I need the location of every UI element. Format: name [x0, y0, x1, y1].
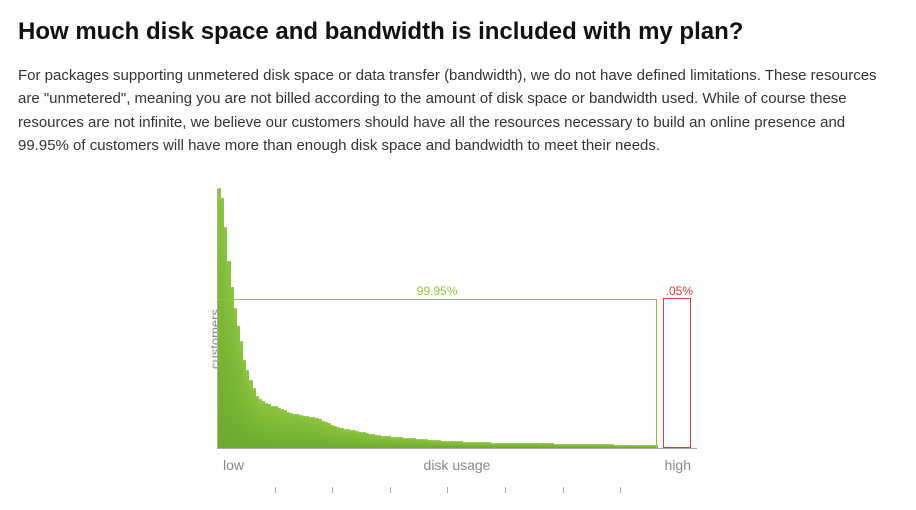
- bars-group: [218, 188, 658, 448]
- plot-area: 99.95% .05%: [217, 189, 697, 449]
- annotation-red-label: .05%: [666, 284, 693, 298]
- intro-paragraph: For packages supporting unmetered disk s…: [18, 64, 898, 157]
- bracket-drop-icon: [656, 299, 657, 449]
- x-tick-low: low: [223, 457, 244, 473]
- annotation-green-label: 99.95%: [417, 284, 458, 298]
- x-ticks: [217, 487, 697, 495]
- chart-container: customers 99.95% .05% low disk usage hig…: [18, 189, 898, 489]
- outlier-box-icon: [663, 298, 691, 448]
- page-title: How much disk space and bandwidth is inc…: [18, 18, 898, 46]
- x-axis-label: disk usage: [424, 457, 491, 473]
- disk-usage-chart: customers 99.95% .05% low disk usage hig…: [193, 189, 723, 489]
- bracket-line-icon: [218, 299, 657, 300]
- x-tick-high: high: [665, 457, 691, 473]
